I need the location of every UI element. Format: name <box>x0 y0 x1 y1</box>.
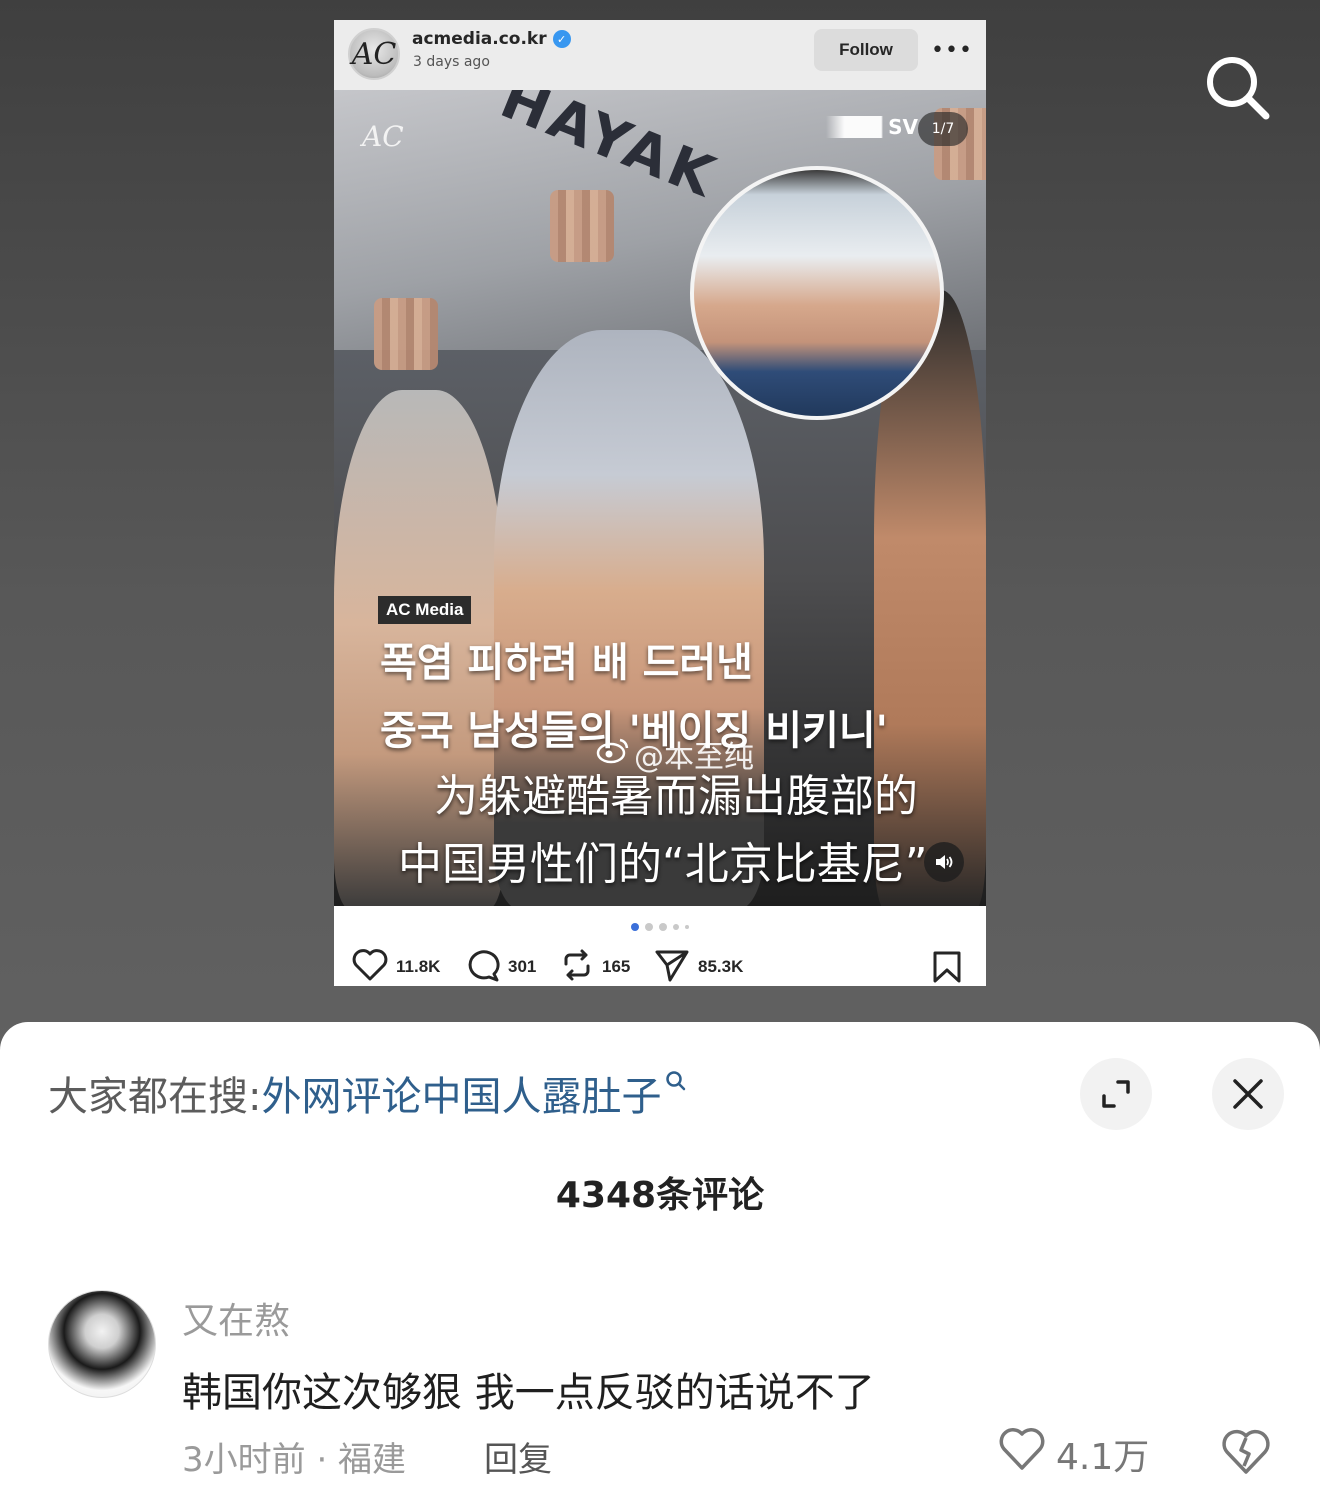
repost-icon <box>560 948 594 987</box>
heart-outline-icon <box>998 1426 1046 1481</box>
comment-like-button[interactable]: 4.1万 <box>998 1426 1149 1481</box>
media-logo-icon: AC <box>362 120 404 153</box>
reply-button[interactable]: 回复 <box>484 1432 552 1481</box>
post-actions: 11.8K 301 165 85.3K <box>334 948 986 986</box>
more-options-icon[interactable]: ••• <box>931 32 972 68</box>
comment-like-count: 4.1万 <box>1056 1436 1150 1478</box>
page-counter: 1/7 <box>918 112 968 146</box>
comments-sheet: 大家都在搜: 外网评论中国人露肚子 4348条评论 又在熬 韩国你这次够狠 我一… <box>0 1022 1320 1501</box>
comment-action[interactable]: 301 <box>464 948 536 986</box>
follow-button[interactable]: Follow <box>814 29 918 71</box>
commenter-name[interactable]: 又在熬 <box>182 1292 290 1344</box>
account-avatar[interactable]: AC <box>348 28 400 80</box>
post-image[interactable]: HAYAK AC SV 1/7 AC Media 폭염 피하려 배 드러낸 중국… <box>334 90 986 906</box>
chinese-caption-line-2: 中国男性们的“北京比基尼” <box>398 839 928 890</box>
broken-heart-icon[interactable] <box>1220 1426 1272 1478</box>
comment-count: 301 <box>508 957 537 976</box>
commenter-avatar[interactable] <box>48 1290 156 1398</box>
like-action[interactable]: 11.8K <box>352 948 440 986</box>
carousel-dot[interactable] <box>645 923 653 931</box>
sv-arrow-label: SV <box>826 116 918 138</box>
share-action[interactable]: 85.3K <box>654 948 743 986</box>
small-search-icon <box>665 1070 687 1098</box>
send-icon <box>654 948 690 987</box>
carousel-dots <box>334 920 986 934</box>
comment-bubble-icon <box>464 948 500 987</box>
hot-search-prefix: 大家都在搜: <box>48 1074 262 1120</box>
post-time: 3 days ago <box>413 54 490 70</box>
comment-total: 4348条评论 <box>555 1175 765 1216</box>
repost-count: 165 <box>602 957 631 976</box>
expand-icon[interactable] <box>1080 1058 1152 1130</box>
verified-badge-icon: ✓ <box>552 30 571 48</box>
account-name[interactable]: acmedia.co.kr <box>412 29 547 49</box>
media-tag: AC Media <box>378 596 472 624</box>
carousel-dot[interactable] <box>685 925 689 929</box>
comment-meta: 3小时前 · 福建 <box>182 1440 407 1480</box>
avatar-initials: AC <box>351 36 397 72</box>
blurred-face <box>550 190 614 262</box>
repost-action[interactable]: 165 <box>560 948 630 986</box>
heart-icon <box>352 948 388 987</box>
embedded-post-card[interactable]: AC acmedia.co.kr ✓ 3 days ago Follow •••… <box>334 20 986 986</box>
sound-icon[interactable] <box>924 842 964 882</box>
comment-item: 又在熬 韩国你这次够狠 我一点反驳的话说不了 3小时前 · 福建 回复 4.1万 <box>0 1284 1320 1494</box>
carousel-dot[interactable] <box>659 923 667 931</box>
search-icon[interactable] <box>1200 50 1280 130</box>
close-icon[interactable] <box>1212 1058 1284 1130</box>
inset-zoom-image <box>690 166 944 420</box>
carousel-dot[interactable] <box>631 923 639 931</box>
post-header: AC acmedia.co.kr ✓ 3 days ago Follow ••• <box>334 20 986 90</box>
carousel-dot[interactable] <box>673 924 679 930</box>
like-count: 11.8K <box>396 957 441 976</box>
comment-text: 韩国你这次够狠 我一点反驳的话说不了 <box>182 1370 875 1416</box>
share-count: 85.3K <box>698 957 744 976</box>
hot-search-link[interactable]: 外网评论中国人露肚子 <box>261 1064 661 1122</box>
blurred-face <box>374 298 438 370</box>
hot-search-row[interactable]: 大家都在搜: 外网评论中国人露肚子 <box>48 1064 687 1122</box>
chinese-caption-line-1: 为躲避酷暑而漏出腹部的 <box>434 771 918 822</box>
account-name-row[interactable]: acmedia.co.kr ✓ <box>412 29 571 49</box>
bookmark-icon[interactable] <box>932 948 962 986</box>
korean-caption-line-1: 폭염 피하려 배 드러낸 <box>380 640 753 686</box>
